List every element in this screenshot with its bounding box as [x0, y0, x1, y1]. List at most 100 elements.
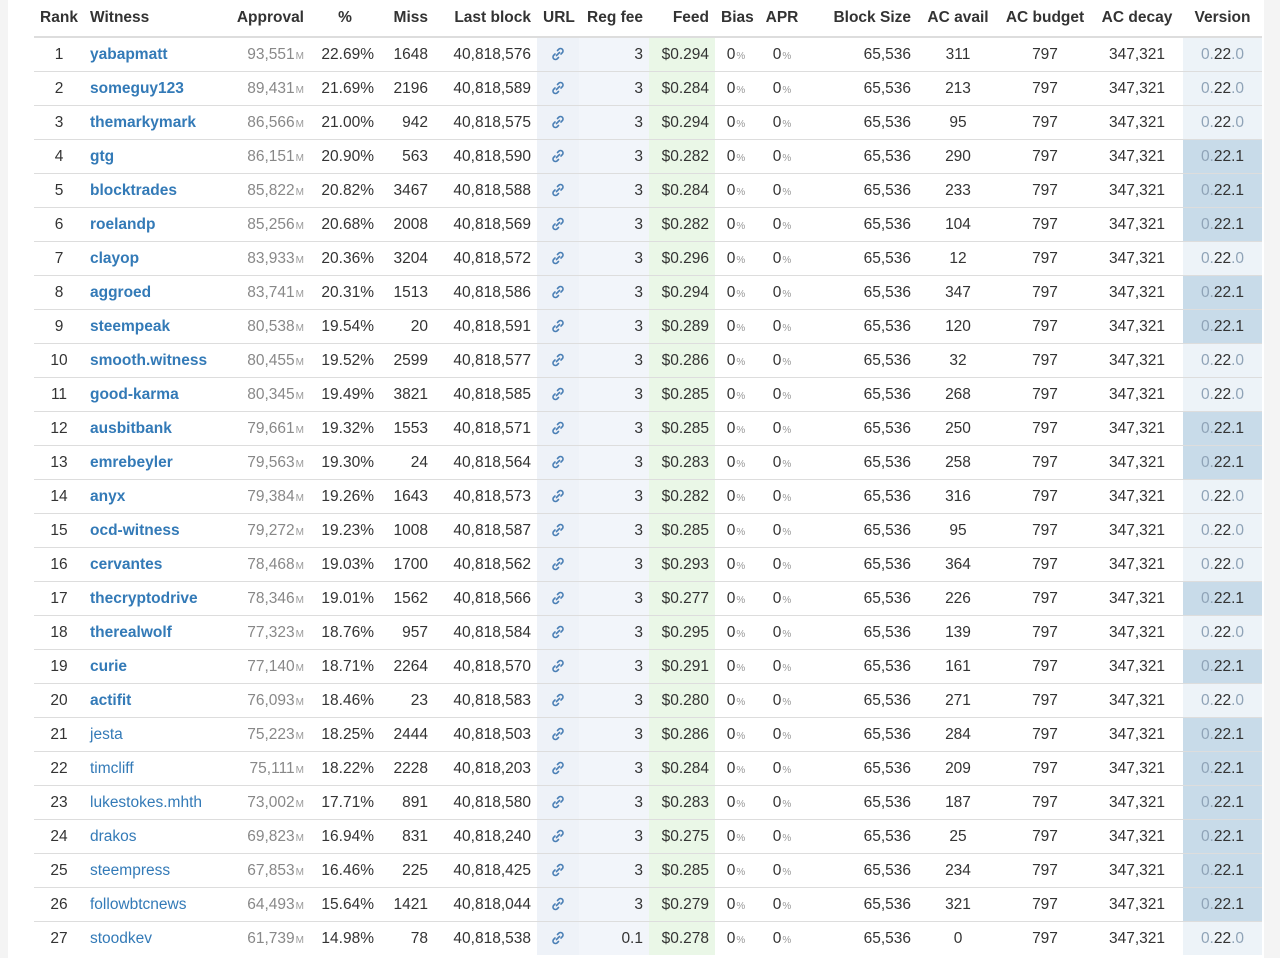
link-icon[interactable] — [550, 930, 566, 946]
link-icon[interactable] — [550, 556, 566, 572]
apr-value: 0 — [772, 657, 782, 675]
ac-budget-cell: 797 — [999, 887, 1091, 922]
witness-link[interactable]: jesta — [90, 726, 123, 743]
reg-fee-cell: 3 — [579, 207, 649, 242]
link-icon[interactable] — [550, 420, 566, 436]
approval-value: 67,853 — [247, 861, 295, 879]
col-header-rank[interactable]: Rank — [34, 0, 84, 38]
witness-link[interactable]: drakos — [90, 828, 137, 845]
col-header-reg-fee[interactable]: Reg fee — [579, 0, 649, 38]
link-icon[interactable] — [550, 794, 566, 810]
witness-link[interactable]: someguy123 — [90, 80, 184, 97]
link-icon[interactable] — [550, 148, 566, 164]
col-header-witness[interactable]: Witness — [84, 0, 230, 38]
apr-cell: 0% — [757, 547, 807, 582]
col-header-feed[interactable]: Feed — [649, 0, 715, 38]
link-icon[interactable] — [550, 658, 566, 674]
approval-value: 79,563 — [247, 453, 295, 471]
col-header-apr[interactable]: APR — [757, 0, 807, 38]
col-header-block-size[interactable]: Block Size — [807, 0, 917, 38]
link-icon[interactable] — [550, 488, 566, 504]
witness-link[interactable]: anyx — [90, 488, 125, 505]
feed-cell: $0.289 — [649, 309, 715, 344]
bias-cell: 0% — [715, 173, 757, 208]
link-icon[interactable] — [550, 216, 566, 232]
witness-link[interactable]: themarkymark — [90, 114, 196, 131]
witness-link[interactable]: emrebeyler — [90, 454, 173, 471]
link-icon[interactable] — [550, 760, 566, 776]
link-icon[interactable] — [550, 828, 566, 844]
link-icon[interactable] — [550, 182, 566, 198]
col-header-ac-decay[interactable]: AC decay — [1091, 0, 1183, 38]
witness-link[interactable]: aggroed — [90, 284, 151, 301]
ac-avail-cell: 234 — [917, 853, 999, 888]
witness-link[interactable]: stoodkev — [90, 930, 152, 947]
witness-link[interactable]: smooth.witness — [90, 352, 207, 369]
link-icon[interactable] — [550, 726, 566, 742]
witness-link[interactable]: cervantes — [90, 556, 162, 573]
col-header-url[interactable]: URL — [537, 0, 579, 38]
table-row: 20 actifit 76,093M 18.46% 23 40,818,583 … — [34, 683, 1262, 718]
witness-link[interactable]: steempress — [90, 862, 170, 879]
witness-link[interactable]: clayop — [90, 250, 139, 267]
link-icon[interactable] — [550, 318, 566, 334]
link-icon[interactable] — [550, 386, 566, 402]
version-major: 0. — [1200, 929, 1214, 947]
witness-link[interactable]: followbtcnews — [90, 896, 187, 913]
col-header-ac-avail[interactable]: AC avail — [917, 0, 999, 38]
witness-link[interactable]: yabapmatt — [90, 46, 168, 63]
version-mid: 22 — [1213, 453, 1232, 471]
link-icon[interactable] — [550, 250, 566, 266]
bias-cell: 0% — [715, 853, 757, 888]
witness-link[interactable]: roelandp — [90, 216, 155, 233]
witness-link[interactable]: lukestokes.mhth — [90, 794, 202, 811]
link-icon[interactable] — [550, 624, 566, 640]
witness-link[interactable]: therealwolf — [90, 624, 172, 641]
col-header-approval[interactable]: Approval — [230, 0, 310, 38]
col-header-miss[interactable]: Miss — [380, 0, 434, 38]
witness-link[interactable]: ausbitbank — [90, 420, 172, 437]
version-minor: .1 — [1231, 453, 1245, 471]
link-icon[interactable] — [550, 352, 566, 368]
witness-link[interactable]: actifit — [90, 692, 131, 709]
link-icon[interactable] — [550, 862, 566, 878]
link-icon[interactable] — [550, 284, 566, 300]
bias-value: 0 — [726, 929, 736, 947]
link-icon[interactable] — [550, 454, 566, 470]
feed-cell: $0.284 — [649, 173, 715, 208]
bias-percent-sign: % — [736, 934, 746, 946]
witness-link[interactable]: gtg — [90, 148, 114, 165]
link-icon[interactable] — [550, 80, 566, 96]
col-header-version[interactable]: Version — [1183, 0, 1262, 38]
version-mid: 22 — [1213, 725, 1232, 743]
link-icon[interactable] — [550, 114, 566, 130]
col-header-last-block[interactable]: Last block — [434, 0, 537, 38]
witness-link[interactable]: timcliff — [90, 760, 134, 777]
witness-link[interactable]: steempeak — [90, 318, 170, 335]
bias-percent-sign: % — [736, 390, 746, 402]
witness-cell: therealwolf — [84, 615, 230, 650]
col-header-percent[interactable]: % — [310, 0, 380, 38]
apr-percent-sign: % — [782, 152, 792, 164]
last-block-cell: 40,818,580 — [434, 785, 537, 820]
feed-cell: $0.285 — [649, 377, 715, 412]
approval-cell: 85,822M — [230, 173, 310, 208]
reg-fee-cell: 3 — [579, 139, 649, 174]
witness-link[interactable]: blocktrades — [90, 182, 177, 199]
bias-cell: 0% — [715, 785, 757, 820]
witness-link[interactable]: ocd-witness — [90, 522, 180, 539]
witness-link[interactable]: thecryptodrive — [90, 590, 198, 607]
link-icon[interactable] — [550, 692, 566, 708]
link-icon[interactable] — [550, 590, 566, 606]
table-row: 18 therealwolf 77,323M 18.76% 957 40,818… — [34, 615, 1262, 650]
witness-link[interactable]: curie — [90, 658, 127, 675]
link-icon[interactable] — [550, 46, 566, 62]
col-header-bias[interactable]: Bias — [715, 0, 757, 38]
link-icon[interactable] — [550, 896, 566, 912]
rank-cell: 19 — [34, 649, 84, 684]
col-header-ac-budget[interactable]: AC budget — [999, 0, 1091, 38]
link-icon[interactable] — [550, 522, 566, 538]
block-size-cell: 65,536 — [807, 717, 917, 752]
witness-link[interactable]: good-karma — [90, 386, 179, 403]
version-mid: 22 — [1213, 385, 1232, 403]
